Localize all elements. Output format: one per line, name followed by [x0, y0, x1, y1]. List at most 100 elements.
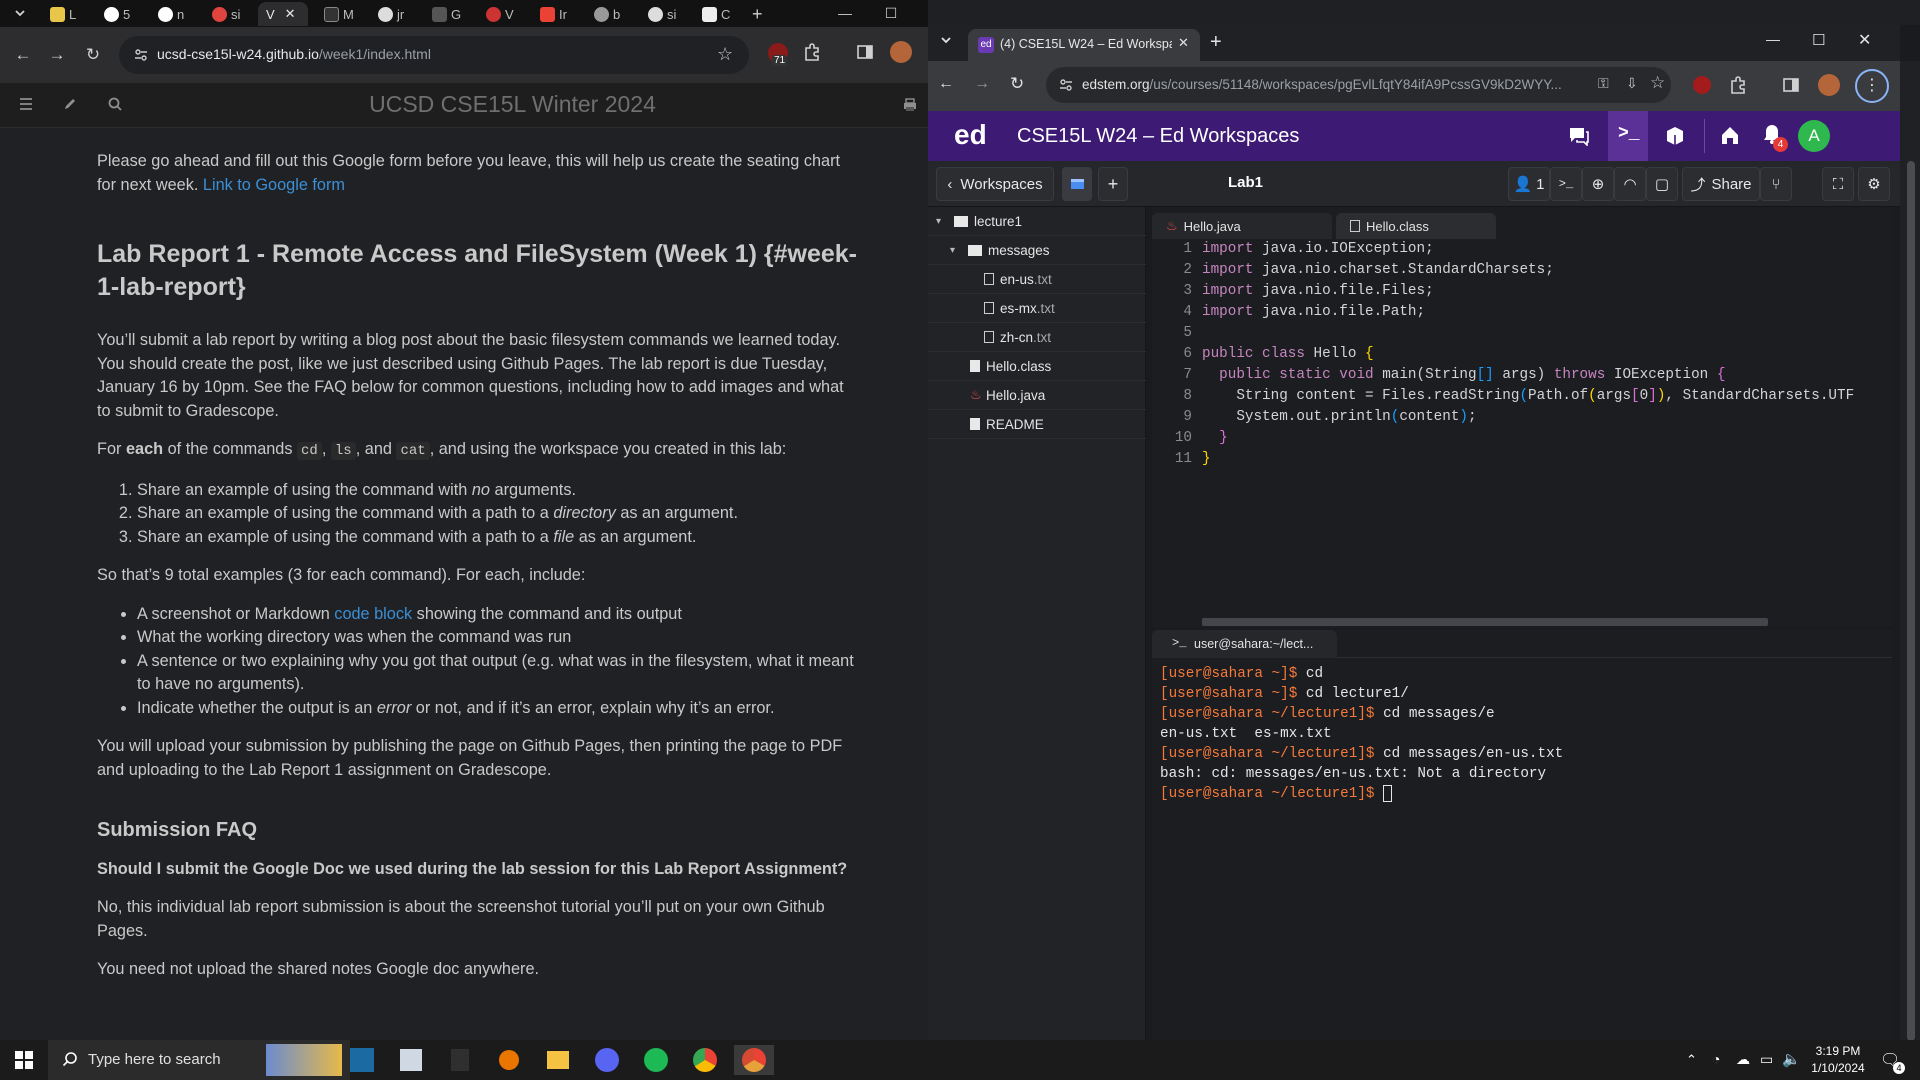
battery-icon[interactable]: ▭: [1760, 1051, 1773, 1068]
start-button[interactable]: [4, 1045, 44, 1075]
horizontal-scrollbar[interactable]: [1152, 615, 1892, 627]
terminal-button[interactable]: >_: [1550, 167, 1582, 201]
browser-tab[interactable]: L: [42, 2, 86, 26]
scrollbar-thumb[interactable]: [1202, 618, 1768, 626]
print-icon[interactable]: [902, 97, 918, 113]
file-explorer-icon[interactable]: [538, 1045, 578, 1075]
editor-tab[interactable]: Hello.class: [1336, 213, 1496, 239]
reload-button[interactable]: ↻: [1010, 74, 1024, 94]
browser-tab-active[interactable]: ed (4) CSE15L W24 – Ed Workspac ✕: [968, 29, 1200, 61]
home-icon[interactable]: [1719, 124, 1741, 146]
editor-tab-active[interactable]: ♨ Hello.java: [1152, 213, 1332, 239]
share-button[interactable]: ⤴ Share: [1682, 167, 1760, 201]
close-icon[interactable]: ✕: [1178, 35, 1189, 51]
minimize-button[interactable]: —: [822, 0, 868, 26]
chat-button[interactable]: ▢: [1646, 167, 1678, 201]
discussion-icon[interactable]: [1568, 126, 1590, 146]
connection-button[interactable]: ◠: [1614, 167, 1646, 201]
browser-tab[interactable]: V: [478, 2, 522, 26]
network-button[interactable]: ⊕: [1582, 167, 1614, 201]
install-app-icon[interactable]: ⇩: [1626, 75, 1638, 92]
new-tab-button[interactable]: +: [1210, 31, 1222, 54]
forward-button[interactable]: →: [974, 75, 990, 93]
kebab-menu-icon[interactable]: ⋮: [1855, 69, 1889, 103]
google-form-link[interactable]: Link to Google form: [203, 176, 345, 194]
code-block-link[interactable]: code block: [334, 605, 412, 623]
chrome-icon[interactable]: [685, 1045, 725, 1075]
site-info-icon[interactable]: [133, 47, 149, 63]
scrollbar-thumb[interactable]: [1907, 161, 1915, 1041]
profile-avatar[interactable]: [890, 41, 912, 63]
settings-app-icon[interactable]: [440, 1045, 480, 1075]
browser-tab[interactable]: jr: [370, 2, 414, 26]
star-icon[interactable]: ☆: [717, 44, 733, 65]
tree-item-file[interactable]: en-us.txt: [928, 265, 1146, 294]
ed-logo[interactable]: ed: [954, 119, 987, 151]
lessons-icon[interactable]: [1665, 125, 1685, 147]
maximize-button[interactable]: ☐: [868, 0, 914, 26]
tab-search-button[interactable]: [0, 2, 40, 24]
page-scrollbar[interactable]: [1900, 61, 1920, 1041]
browser-tab[interactable]: si: [204, 2, 248, 26]
password-key-icon[interactable]: ⚿: [1598, 75, 1609, 92]
cloud-icon[interactable]: ☁: [1736, 1051, 1750, 1068]
fullscreen-button[interactable]: ⛶: [1822, 167, 1854, 201]
extensions-puzzle-icon[interactable]: [802, 42, 822, 62]
workspace-view-button[interactable]: [1062, 167, 1092, 201]
tree-item-folder[interactable]: ▾ messages: [928, 236, 1146, 265]
chevron-up-icon[interactable]: ⌃: [1686, 1052, 1697, 1068]
workspace-terminal-nav[interactable]: >_: [1608, 111, 1648, 161]
extensions-puzzle-icon[interactable]: [1728, 75, 1748, 95]
browser-tab[interactable]: n: [150, 2, 194, 26]
tree-item-file[interactable]: zh-cn.txt: [928, 323, 1146, 352]
discord-icon[interactable]: [587, 1045, 627, 1075]
close-window-button[interactable]: ✕: [1858, 30, 1871, 50]
address-bar[interactable]: ucsd-cse15l-w24.github.io/week1/index.ht…: [119, 36, 749, 74]
tree-item-folder[interactable]: ▾ lecture1: [928, 207, 1146, 236]
browser-tab[interactable]: si: [640, 2, 684, 26]
side-panel-icon[interactable]: [1782, 76, 1800, 94]
browser-tab[interactable]: G: [424, 2, 468, 26]
network-icon[interactable]: ◔: [1712, 1051, 1720, 1067]
users-button[interactable]: 👤 1: [1508, 167, 1550, 201]
volume-icon[interactable]: 🔈: [1782, 1050, 1801, 1068]
browser-tab[interactable]: M: [316, 2, 360, 26]
star-icon[interactable]: ☆: [1650, 73, 1665, 93]
browser-tab[interactable]: Ir: [532, 2, 576, 26]
tree-item-file[interactable]: ♨ Hello.java: [928, 381, 1146, 410]
tree-item-file[interactable]: es-mx.txt: [928, 294, 1146, 323]
browser-tab[interactable]: b: [586, 2, 630, 26]
terminal-panel[interactable]: >_ user@sahara:~/lect... [user@sahara ~]…: [1152, 630, 1892, 1040]
browser-tab[interactable]: 5: [96, 2, 140, 26]
ublock-icon[interactable]: [1693, 76, 1711, 94]
tab-search-button[interactable]: [940, 34, 952, 46]
add-workspace-button[interactable]: +: [1098, 167, 1128, 201]
browser-tab[interactable]: C: [694, 2, 738, 26]
new-tab-button[interactable]: +: [744, 2, 788, 26]
blender-icon[interactable]: [489, 1045, 529, 1075]
terminal-tab[interactable]: >_ user@sahara:~/lect...: [1152, 630, 1337, 658]
reload-button[interactable]: ↻: [82, 44, 104, 66]
clock[interactable]: 3:19 PM 1/10/2024: [1808, 1043, 1868, 1077]
maximize-button[interactable]: ☐: [1812, 31, 1825, 49]
settings-button[interactable]: ⚙: [1858, 167, 1890, 201]
tree-item-file[interactable]: README: [928, 410, 1146, 439]
chrome-canary-icon[interactable]: [734, 1045, 774, 1075]
forward-button[interactable]: →: [46, 44, 68, 66]
profile-avatar[interactable]: [1818, 74, 1840, 96]
site-info-icon[interactable]: [1058, 77, 1074, 93]
branch-button[interactable]: ⑂: [1760, 167, 1792, 201]
minimize-button[interactable]: —: [1766, 31, 1780, 47]
search-box[interactable]: Type here to search: [48, 1040, 350, 1080]
code-editor[interactable]: ♨ Hello.java Hello.class 1 import java.io.…: [1152, 207, 1892, 627]
back-button[interactable]: ←: [12, 44, 34, 66]
close-icon[interactable]: ✕: [285, 6, 296, 22]
spotify-icon[interactable]: [636, 1045, 676, 1075]
back-button[interactable]: ←: [938, 75, 954, 93]
task-view-app-icon[interactable]: [342, 1045, 382, 1075]
address-bar[interactable]: edstem.org/us/courses/51148/workspaces/p…: [1046, 67, 1671, 103]
workspaces-back-button[interactable]: ‹ Workspaces: [936, 167, 1054, 201]
side-panel-icon[interactable]: [856, 43, 874, 61]
tree-item-file[interactable]: Hello.class: [928, 352, 1146, 381]
user-avatar[interactable]: A: [1798, 120, 1830, 152]
